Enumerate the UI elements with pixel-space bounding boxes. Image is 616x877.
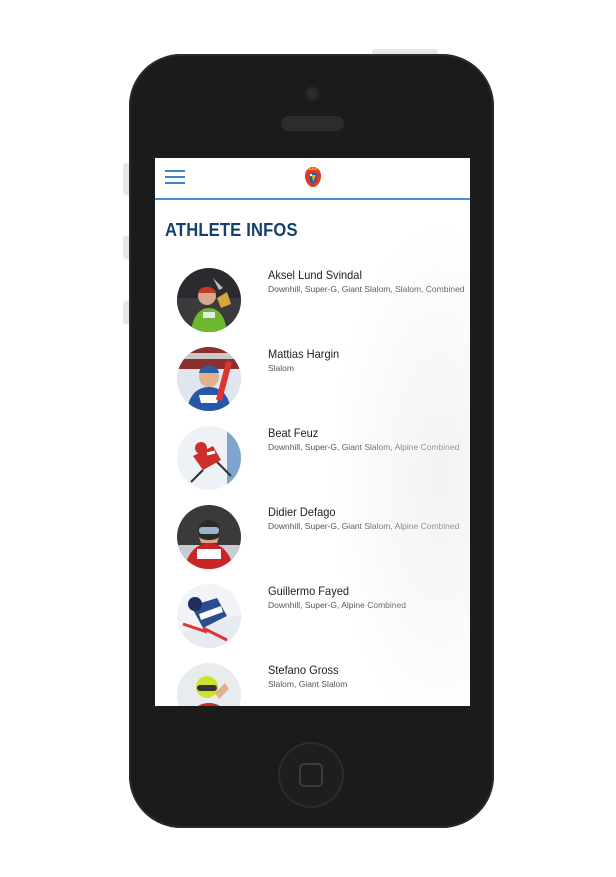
app-header xyxy=(155,158,470,200)
rooster-crest-logo[interactable] xyxy=(301,165,325,189)
earpiece-speaker xyxy=(281,116,344,131)
athlete-disciplines: Downhill, Super-G, Giant Slalom, Alpine … xyxy=(268,442,460,452)
mockup-stage: ATHLETE INFOS Aksel Lund Svindal Downhil… xyxy=(0,0,616,877)
athlete-avatar xyxy=(177,663,241,706)
hamburger-menu-icon[interactable] xyxy=(165,170,185,186)
athlete-name: Stefano Gross xyxy=(268,663,339,677)
athlete-item-fayed[interactable]: Guillermo Fayed Downhill, Super-G, Alpin… xyxy=(155,584,470,654)
athlete-disciplines: Downhill, Super-G, Giant Slalom, Alpine … xyxy=(268,521,460,531)
athlete-item-gross[interactable]: Stefano Gross Slalom, Giant Slalom xyxy=(155,663,470,706)
athlete-item-svindal[interactable]: Aksel Lund Svindal Downhill, Super-G, Gi… xyxy=(155,268,470,338)
athlete-disciplines: Slalom, Giant Slalom xyxy=(268,679,348,689)
athlete-avatar xyxy=(177,505,241,569)
athlete-item-hargin[interactable]: Mattias Hargin Slalom xyxy=(155,347,470,417)
athlete-name: Didier Defago xyxy=(268,505,336,519)
athlete-name: Aksel Lund Svindal xyxy=(268,268,362,282)
athlete-disciplines: Downhill, Super-G, Alpine Combined xyxy=(268,600,406,610)
athlete-item-feuz[interactable]: Beat Feuz Downhill, Super-G, Giant Slalo… xyxy=(155,426,470,496)
athlete-avatar xyxy=(177,268,241,332)
home-button xyxy=(278,742,344,808)
athlete-disciplines: Slalom xyxy=(268,363,294,373)
athlete-name: Mattias Hargin xyxy=(268,347,340,361)
athlete-avatar xyxy=(177,347,241,411)
page-title: ATHLETE INFOS xyxy=(165,220,298,240)
athlete-name: Beat Feuz xyxy=(268,426,319,440)
athlete-avatar xyxy=(177,426,241,490)
athlete-name: Guillermo Fayed xyxy=(268,584,349,598)
athlete-avatar xyxy=(177,584,241,648)
app-screen: ATHLETE INFOS Aksel Lund Svindal Downhil… xyxy=(155,158,470,706)
home-square-icon xyxy=(299,763,323,787)
athlete-disciplines: Downhill, Super-G, Giant Slalom, Slalom,… xyxy=(268,284,465,294)
athlete-item-defago[interactable]: Didier Defago Downhill, Super-G, Giant S… xyxy=(155,505,470,575)
front-camera xyxy=(305,86,320,101)
